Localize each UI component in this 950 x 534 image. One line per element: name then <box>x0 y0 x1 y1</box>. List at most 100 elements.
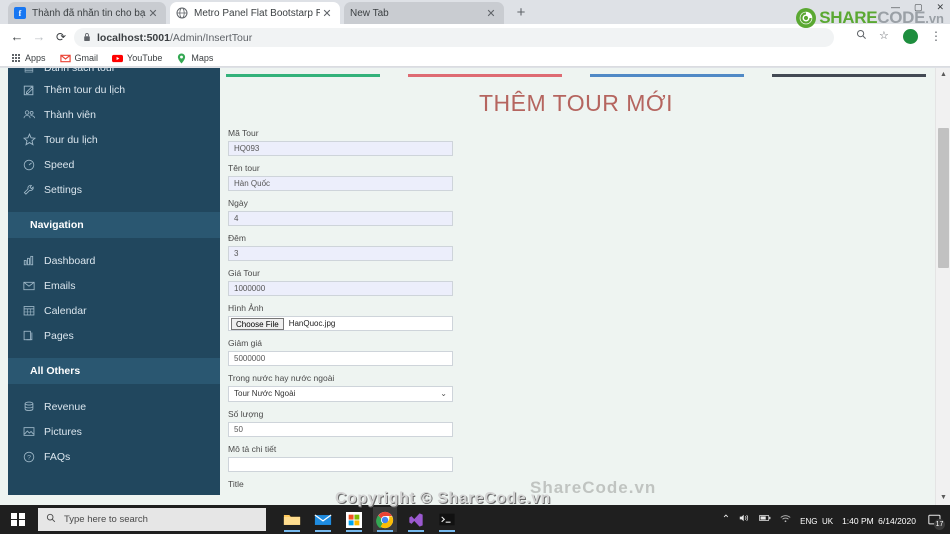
bookmark-apps[interactable]: Apps <box>10 53 46 64</box>
envelope-icon <box>18 281 40 291</box>
logo-code-text: CODE <box>877 8 926 27</box>
url-path: /Admin/InsertTour <box>169 31 253 44</box>
clock[interactable]: 1:40 PM 6/14/2020 <box>842 511 916 529</box>
taskbar-search-input[interactable]: Type here to search <box>38 508 266 531</box>
browser-tab-3[interactable]: New Tab ✕ <box>344 2 504 24</box>
input-ten-tour[interactable]: Hàn Quốc <box>228 176 453 191</box>
pages-icon <box>18 330 40 341</box>
coins-icon <box>18 401 40 412</box>
card-bar-blue <box>590 74 744 77</box>
bookmark-maps[interactable]: Maps <box>176 53 213 64</box>
choose-file-button[interactable]: Choose File <box>231 317 284 330</box>
forward-icon[interactable]: → <box>30 28 48 46</box>
sidebar-item-tour-du-lich[interactable]: Tour du lịch <box>8 127 220 152</box>
volume-icon[interactable] <box>739 513 750 526</box>
bookmarks-bar: Apps Gmail YouTube Maps <box>0 50 950 67</box>
input-ngay[interactable]: 4 <box>228 211 453 226</box>
close-icon[interactable]: ✕ <box>484 7 498 20</box>
bookmark-label: Maps <box>191 53 214 63</box>
input-mo-ta-chi-tiet[interactable] <box>228 457 453 472</box>
input-so-luong[interactable]: 50 <box>228 422 453 437</box>
globe-icon <box>176 7 188 19</box>
keyboard-language[interactable]: ENG UK <box>800 511 833 529</box>
select-tour-location[interactable]: Tour Nước Ngoài ⌄ <box>228 386 453 402</box>
label-giam-gia: Giảm giá <box>228 338 263 348</box>
windows-logo-icon <box>11 512 25 527</box>
file-input-hinh-anh[interactable]: Choose File HanQuoc.jpg <box>228 316 453 331</box>
zoom-icon[interactable] <box>856 29 867 43</box>
new-tab-button[interactable]: + <box>512 4 530 22</box>
bookmark-label: Apps <box>25 53 46 63</box>
sidebar-item-label: Calendar <box>44 304 87 317</box>
label-dem: Đêm <box>228 233 246 243</box>
scroll-down-arrow[interactable]: ▼ <box>936 491 950 505</box>
label-gia-tour: Giá Tour <box>228 268 260 278</box>
input-gia-tour[interactable]: 1000000 <box>228 281 453 296</box>
file-explorer-icon[interactable] <box>280 507 304 532</box>
sidebar-item-thanh-vien[interactable]: Thành viên <box>8 102 220 127</box>
browser-menu-icon[interactable]: ⋮ <box>930 29 942 43</box>
sidebar-item-revenue[interactable]: Revenue <box>8 394 220 419</box>
close-icon[interactable]: ✕ <box>146 7 160 20</box>
sidebar-item-settings[interactable]: Settings <box>8 177 220 202</box>
browser-tab-2[interactable]: Metro Panel Flat Bootstarp Respo ✕ <box>170 2 340 24</box>
url-host: localhost:5001 <box>97 31 170 44</box>
youtube-icon <box>112 53 124 64</box>
input-dem[interactable]: 3 <box>228 246 453 261</box>
address-bar[interactable]: localhost:5001/Admin/InsertTour <box>74 28 834 47</box>
svg-text:?: ? <box>27 454 31 461</box>
page-title: THÊM TOUR MỚI <box>478 90 674 116</box>
mail-icon[interactable] <box>311 507 335 532</box>
chosen-file-name: HanQuoc.jpg <box>288 319 336 328</box>
bookmark-gmail[interactable]: Gmail <box>59 53 98 64</box>
label-ngay: Ngày <box>228 198 248 208</box>
input-giam-gia[interactable]: 5000000 <box>228 351 453 366</box>
chrome-icon[interactable] <box>373 507 397 532</box>
microsoft-store-icon[interactable] <box>342 507 366 532</box>
label-so-luong: Số lượng <box>228 409 264 419</box>
clock-date: 6/14/2020 <box>878 515 916 526</box>
lang-line-2: UK <box>821 516 834 526</box>
star-icon <box>18 133 40 146</box>
sidebar-item-pictures[interactable]: Pictures <box>8 419 220 444</box>
terminal-icon[interactable] <box>435 507 459 532</box>
battery-icon[interactable] <box>759 514 771 525</box>
magnifier-icon <box>46 513 56 526</box>
select-value: Tour Nước Ngoài <box>234 389 296 398</box>
vscode-icon[interactable] <box>404 507 428 532</box>
bookmark-star-icon[interactable]: ☆ <box>879 29 889 42</box>
tray-chevron-icon[interactable]: ⌃ <box>722 514 730 525</box>
card-bar-red <box>408 74 562 77</box>
sidebar-item-them-tour-du-lich[interactable]: Thêm tour du lịch <box>8 77 220 102</box>
sidebar-item-speed[interactable]: Speed <box>8 152 220 177</box>
sidebar-item-calendar[interactable]: Calendar <box>8 298 220 323</box>
sidebar-item-label: Tour du lịch <box>44 133 98 146</box>
bookmark-youtube[interactable]: YouTube <box>112 53 162 64</box>
page-scrollbar[interactable]: ▲ ▼ <box>935 68 950 505</box>
sidebar-item-danh-sach-tour[interactable]: ▤ Danh sách tour <box>8 68 220 77</box>
start-button[interactable] <box>0 505 36 534</box>
reload-icon[interactable]: ⟳ <box>52 28 70 46</box>
users-icon <box>18 109 40 120</box>
input-ma-tour[interactable]: HQ093 <box>228 141 453 156</box>
sidebar-item-label: Thêm tour du lịch <box>44 83 126 96</box>
scroll-up-arrow[interactable]: ▲ <box>936 68 950 82</box>
notification-center-icon[interactable]: 17 <box>925 510 945 530</box>
wifi-icon[interactable] <box>780 514 791 526</box>
tab-title: Thành đã nhắn tin cho bạn <box>32 7 146 19</box>
card-bar-dark <box>772 74 926 77</box>
copyright-watermark: Copyright © ShareCode.vn <box>335 490 551 507</box>
back-icon[interactable]: ← <box>8 28 26 46</box>
close-icon[interactable]: ✕ <box>320 7 334 20</box>
logo-share-text: SHARE <box>819 8 878 27</box>
maps-pin-icon <box>176 53 187 64</box>
dashboard-card-bars <box>226 74 926 78</box>
sidebar-item-pages[interactable]: Pages <box>8 323 220 348</box>
sidebar-item-faqs[interactable]: ? FAQs <box>8 444 220 469</box>
sidebar-item-emails[interactable]: Emails <box>8 273 220 298</box>
scrollbar-thumb[interactable] <box>938 128 949 268</box>
browser-tab-1[interactable]: f Thành đã nhắn tin cho bạn ✕ <box>8 2 166 24</box>
sidebar-item-dashboard[interactable]: Dashboard <box>8 248 220 273</box>
profile-avatar[interactable] <box>903 29 918 44</box>
apps-grid-icon <box>10 53 21 64</box>
